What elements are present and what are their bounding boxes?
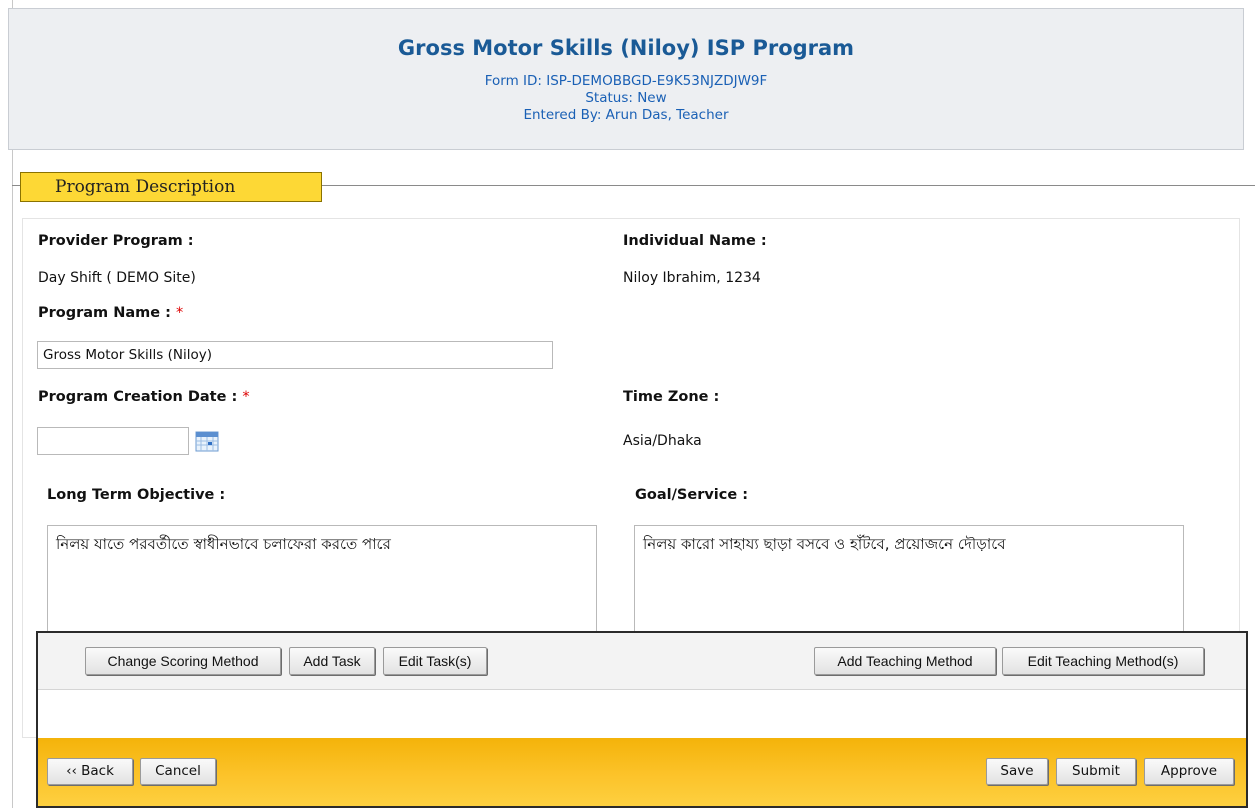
program-name-input[interactable] xyxy=(37,341,553,369)
back-button[interactable]: ‹‹ Back xyxy=(47,758,133,785)
task-toolbar: Change Scoring Method Add Task Edit Task… xyxy=(38,633,1246,690)
time-zone-value: Asia/Dhaka xyxy=(623,433,702,449)
form-status: Status: New xyxy=(585,90,667,106)
cancel-button[interactable]: Cancel xyxy=(140,758,216,785)
creation-date-label: Program Creation Date : * xyxy=(38,389,250,405)
page-title: Gross Motor Skills (Niloy) ISP Program xyxy=(397,36,855,60)
submit-button[interactable]: Submit xyxy=(1056,758,1136,785)
save-button[interactable]: Save xyxy=(986,758,1048,785)
bottom-action-bar: ‹‹ Back Cancel Save Submit Approve xyxy=(36,738,1248,808)
long-term-objective-label: Long Term Objective : xyxy=(47,487,226,503)
required-marker: * xyxy=(175,305,184,321)
individual-name-label: Individual Name : xyxy=(623,233,767,249)
required-marker: * xyxy=(242,389,250,405)
time-zone-label: Time Zone : xyxy=(623,389,720,405)
provider-program-value: Day Shift ( DEMO Site) xyxy=(38,270,196,286)
add-teaching-method-button[interactable]: Add Teaching Method xyxy=(814,647,996,675)
section-legend: Program Description xyxy=(20,172,322,202)
individual-name-value: Niloy Ibrahim, 1234 xyxy=(623,270,761,286)
edit-teaching-methods-button[interactable]: Edit Teaching Method(s) xyxy=(1002,647,1204,675)
creation-date-input[interactable] xyxy=(37,427,189,455)
provider-program-label: Provider Program : xyxy=(38,233,194,249)
change-scoring-method-button[interactable]: Change Scoring Method xyxy=(85,647,281,675)
form-header: Gross Motor Skills (Niloy) ISP Program F… xyxy=(8,8,1244,150)
goal-service-textarea[interactable]: নিলয় কারো সাহায্য ছাড়া বসবে ও হাঁটবে, … xyxy=(634,525,1184,640)
goal-service-label: Goal/Service : xyxy=(635,487,749,503)
creation-date-label-text: Program Creation Date : xyxy=(38,389,238,405)
form-meta: Form ID: ISP-DEMOBBGD-E9K53NJZDJW9F Stat… xyxy=(9,73,1243,124)
program-name-label: Program Name : * xyxy=(38,305,183,321)
approve-button[interactable]: Approve xyxy=(1144,758,1234,785)
task-toolbar-panel: Change Scoring Method Add Task Edit Task… xyxy=(36,631,1248,738)
add-task-button[interactable]: Add Task xyxy=(289,647,375,675)
long-term-objective-textarea[interactable]: নিলয় যাতে পরবর্তীতে স্বাধীনভাবে চলাফেরা… xyxy=(47,525,597,640)
edit-tasks-button[interactable]: Edit Task(s) xyxy=(383,647,487,675)
calendar-icon[interactable] xyxy=(195,430,219,452)
program-name-label-text: Program Name : xyxy=(38,305,171,321)
form-id: Form ID: ISP-DEMOBBGD-E9K53NJZDJW9F xyxy=(484,73,768,89)
entered-by: Entered By: Arun Das, Teacher xyxy=(523,107,729,123)
